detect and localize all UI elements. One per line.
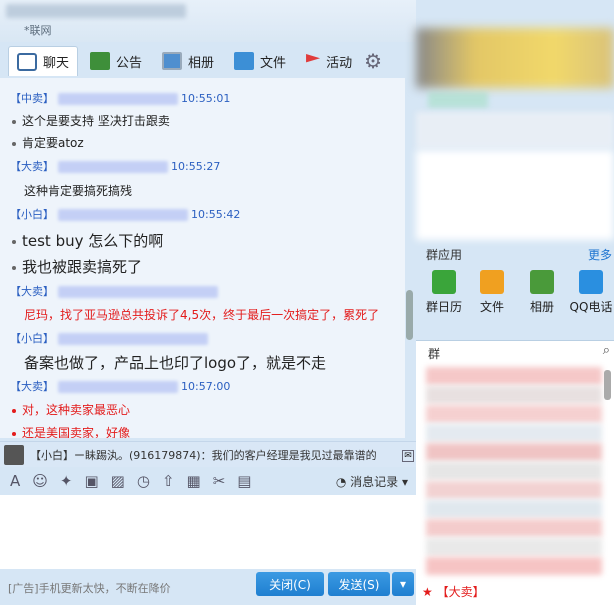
sender-name-blurred [57, 93, 178, 105]
message-input[interactable] [0, 495, 416, 569]
more-link[interactable]: 更多 [588, 246, 612, 263]
group-apps-panel: 群应用 更多 群日历 文件 相册 QQ电话 [416, 240, 614, 330]
more-icon[interactable]: ▤ [237, 472, 251, 490]
app-qq-phone[interactable]: QQ电话 [566, 270, 614, 315]
sender-name-blurred [57, 381, 178, 393]
input-toolbar: A ☺ ✦ ▣ ▨ ◷ ⇧ ▦ ✂ ▤ ◔ 消息记录 ▾ [0, 468, 416, 494]
settings-gear-icon[interactable]: ⚙ [364, 49, 382, 73]
sender-tag: 【大卖】 [10, 160, 54, 173]
tab-announcement[interactable]: 公告 [82, 46, 150, 76]
folder-icon [234, 52, 255, 70]
tab-files-label: 文件 [260, 55, 287, 71]
phone-icon [579, 270, 603, 294]
member-tag: ★ 【大卖】 [422, 585, 485, 599]
sender-tag: 【大卖】 [10, 285, 54, 298]
tab-album-label: 相册 [188, 55, 215, 71]
flag-icon [306, 54, 321, 63]
time-icon[interactable]: ◷ [137, 472, 150, 490]
message-header: 【大卖】 10:57:00 [10, 378, 230, 394]
message-header: 【小白】 10:55:42 [10, 206, 240, 222]
send-options-button[interactable]: ▾ [392, 572, 414, 596]
font-icon[interactable]: A [10, 472, 20, 490]
member-scrollbar[interactable] [604, 370, 611, 400]
sender-tag: 【中卖】 [10, 92, 54, 105]
app-label: 群日历 [425, 300, 462, 314]
group-apps-title: 群应用 [426, 248, 463, 262]
message-time: 10:55:42 [191, 208, 241, 221]
avatar [4, 444, 24, 465]
gift-icon[interactable]: ▦ [187, 472, 201, 490]
sender-tag: 【大卖】 [10, 380, 54, 393]
message-log-label: 消息记录 [350, 474, 399, 489]
sender-name-blurred [57, 209, 188, 221]
message-text: 尼玛，找了亚马逊总共投诉了4,5次，终于最后一次搞定了，累死了 [24, 308, 380, 322]
message-time: 10:55:01 [181, 92, 231, 105]
folder-icon [480, 270, 504, 294]
message-text: 备案也做了，产品上也印了logo了，就是不走 [24, 354, 327, 372]
album-icon [162, 52, 183, 70]
message-log-button[interactable]: ◔ 消息记录 ▾ [336, 473, 408, 490]
tab-chat-label: 聊天 [43, 56, 70, 71]
scissors-icon[interactable]: ✂ [213, 472, 226, 490]
search-icon[interactable]: ⌕ [603, 343, 610, 358]
tab-album[interactable]: 相册 [154, 46, 222, 76]
calendar-icon [432, 270, 456, 294]
app-calendar[interactable]: 群日历 [420, 270, 468, 315]
latest-message-bar[interactable]: 【小白】ー眛踢汍。(916179874)：我们的客户经理是我见过最靠谱的 [0, 441, 416, 467]
app-label: 相册 [529, 300, 554, 314]
title-subtitle: *联网 [24, 24, 52, 37]
group-info-blurred [428, 92, 488, 108]
member-rows-blurred [426, 367, 602, 597]
tab-files[interactable]: 文件 [226, 46, 294, 76]
message-text: 这种肯定要搞死搞残 [24, 184, 133, 198]
member-list[interactable]: 群 ⌕ ★ 【大卖】 [416, 340, 614, 605]
tab-bar: 聊天 公告 相册 文件 活动 ⚙ [8, 45, 382, 77]
message-text: 这个是要支持 坚决打击跟卖 [12, 112, 170, 129]
tab-chat[interactable]: 聊天 [8, 46, 79, 76]
emoji-icon[interactable]: ☺ [32, 472, 48, 490]
sender-tag: 【小白】 [10, 332, 54, 345]
group-name [6, 4, 186, 18]
tab-announcement-label: 公告 [116, 55, 143, 71]
upload-icon[interactable]: ⇧ [162, 472, 175, 490]
sender-name-blurred [57, 286, 218, 298]
tab-activity-label: 活动 [326, 55, 353, 71]
chat-history[interactable]: 【中卖】 10:55:01 这个是要支持 坚决打击跟卖 肯定要atoz 【大卖】… [0, 78, 405, 438]
message-text: test buy 怎么下的啊 [12, 230, 163, 251]
magic-icon[interactable]: ✦ [60, 472, 73, 490]
message-time: 10:57:00 [181, 380, 231, 393]
app-files[interactable]: 文件 [468, 270, 516, 315]
message-header: 【大卖】 10:55:27 [10, 158, 220, 174]
message-header: 【小白】 [10, 330, 208, 346]
app-label: 文件 [479, 300, 504, 314]
sender-name-blurred [57, 333, 208, 345]
app-label: QQ电话 [569, 300, 613, 314]
group-notice-blurred [416, 112, 614, 148]
collapse-icon[interactable]: ✉ [402, 450, 414, 462]
message-header: 【大卖】 [10, 283, 218, 299]
group-detail-blurred [416, 150, 614, 240]
sender-tag: 【小白】 [10, 208, 54, 221]
message-text: 还是美国卖家，好像 [12, 424, 130, 438]
album-icon [530, 270, 554, 294]
app-album[interactable]: 相册 [518, 270, 566, 315]
screenshot-icon[interactable]: ▣ [84, 472, 98, 490]
tab-activity[interactable]: 活动 [298, 46, 360, 76]
message-time: 10:55:27 [171, 160, 221, 173]
message-text: 肯定要atoz [12, 134, 84, 151]
close-button[interactable]: 关闭(C) [256, 572, 324, 596]
message-text: 我也被跟卖搞死了 [12, 256, 142, 277]
latest-message-text: 【小白】ー眛踢汍。(916179874)：我们的客户经理是我见过最靠谱的 [30, 448, 377, 462]
ad-text[interactable]: [广告]手机更新太快，不断在降价 [8, 580, 171, 596]
chat-scrollbar[interactable] [406, 290, 413, 340]
image-icon[interactable]: ▨ [111, 472, 125, 490]
member-list-title: 群 [428, 347, 441, 361]
send-button[interactable]: 发送(S) [328, 572, 390, 596]
message-header: 【中卖】 10:55:01 [10, 90, 230, 106]
announcement-icon [90, 52, 111, 70]
group-banner [416, 28, 614, 88]
message-text: 对，这种卖家最恶心 [12, 401, 130, 418]
sender-name-blurred [57, 161, 168, 173]
chat-icon [17, 52, 37, 71]
